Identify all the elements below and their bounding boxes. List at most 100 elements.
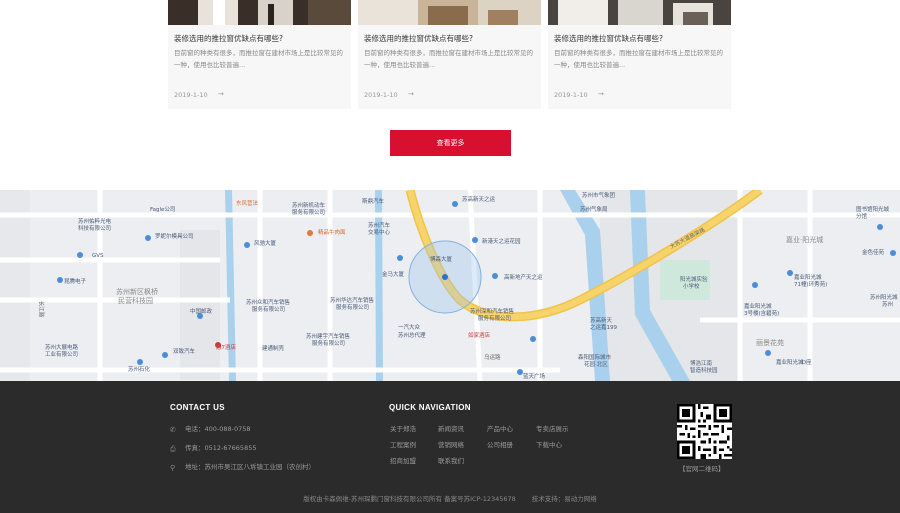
article-card[interactable]: 装修选用的推拉窗优缺点有哪些? 目前窗的种类有很多，而推拉窗在建材市场上是比较常… bbox=[168, 0, 351, 109]
map-label: 智造科技园 bbox=[690, 368, 718, 374]
map-label: 苏高新天之运 bbox=[462, 197, 496, 203]
map-label: 通7酒店 bbox=[216, 345, 236, 351]
qr-caption: 【官网二维码】 bbox=[679, 465, 725, 473]
map-label: 苏州深和汽车销售 bbox=[470, 309, 515, 315]
map-label: 服务有限公司 bbox=[252, 307, 286, 313]
map-label: 风驰大厦 bbox=[254, 241, 277, 247]
map-label: 交易中心 bbox=[368, 230, 391, 236]
location-pin-icon: ⚲ bbox=[170, 464, 176, 472]
map-label: 苏高新天 bbox=[590, 318, 613, 324]
map-label: ·D座 bbox=[800, 360, 812, 366]
contact-fax: ⎙ 传真：0512-67665855 bbox=[170, 442, 256, 453]
map-label: 嘉业·阳光城 bbox=[786, 236, 824, 244]
map-label: 双致汽车 bbox=[173, 349, 196, 355]
map-label: 苏州大展电路 bbox=[45, 345, 79, 351]
article-card[interactable]: 装修选用的推拉窗优缺点有哪些? 目前窗的种类有很多，而推拉窗在建材市场上是比较常… bbox=[358, 0, 541, 109]
article-summary: 目前窗的种类有很多，而推拉窗在建材市场上是比较常见的一种，使用也比较普遍... bbox=[174, 49, 343, 69]
nav-link-album[interactable]: 公司相册 bbox=[487, 439, 513, 449]
map-label: 金色佳苑 bbox=[862, 250, 885, 256]
map-label: 分馆 bbox=[856, 214, 868, 220]
map-label: 博浩江南 bbox=[690, 361, 713, 367]
article-thumbnail[interactable] bbox=[168, 0, 351, 25]
article-date: 2019-1-10 bbox=[174, 91, 208, 99]
map-label: 3号楼(含碧苑) bbox=[744, 311, 780, 317]
article-date: 2019-1-10 bbox=[364, 91, 398, 99]
nav-link-downloads[interactable]: 下载中心 bbox=[536, 439, 562, 449]
map-label: 如家酒店 bbox=[468, 333, 491, 339]
map-label: 高新地产天之运 bbox=[504, 275, 543, 281]
map-label: 森阳国际城市 bbox=[578, 355, 612, 361]
map-label: 苏州建宇汽车销售 bbox=[306, 334, 351, 340]
article-title[interactable]: 装修选用的推拉窗优缺点有哪些? bbox=[364, 33, 473, 44]
nav-link-cases[interactable]: 工程案例 bbox=[390, 439, 416, 449]
site-footer: CONTACT US ✆ 电话：400-088-0758 ⎙ 传真：0512-676… bbox=[0, 381, 900, 513]
phone-icon: ✆ bbox=[170, 426, 176, 434]
article-title[interactable]: 装修选用的推拉窗优缺点有哪些? bbox=[174, 33, 283, 44]
nav-link-about[interactable]: 关于郑浩 bbox=[390, 423, 416, 433]
article-summary: 目前窗的种类有很多，而推拉窗在建材市场上是比较常见的一种，使用也比较普遍... bbox=[554, 49, 723, 69]
map-label: 71幢(环秀苑) bbox=[794, 282, 828, 288]
map-label: 罗妮尔模具公司 bbox=[155, 234, 194, 240]
map-label: 嘉业阳光城 bbox=[744, 304, 772, 310]
view-more-button[interactable]: 查看更多 bbox=[390, 130, 511, 156]
map-label: 苏州华达汽车销售 bbox=[330, 298, 375, 304]
nav-link-network[interactable]: 营销网络 bbox=[438, 439, 464, 449]
map-label: 嘉业阳光城 bbox=[794, 275, 822, 281]
map-label: 科技有限公司 bbox=[78, 226, 112, 232]
map-canvas[interactable] bbox=[0, 190, 900, 381]
map-label: 苏州新机动车 bbox=[292, 203, 326, 209]
road-label: 长江路 bbox=[37, 300, 44, 318]
map-label: 昆腾电子 bbox=[64, 279, 87, 285]
contact-phone: ✆ 电话：400-088-0758 bbox=[170, 423, 251, 434]
map-label: 新港天之运花园 bbox=[482, 239, 521, 245]
map-label: 苏州汽车 bbox=[368, 223, 391, 229]
location-map[interactable]: 东风营法 Fagle公司 苏州佑粹光电 科技有限公司 GVS 罗妮尔模具公司 昆… bbox=[0, 190, 900, 381]
nav-link-news[interactable]: 新闻资讯 bbox=[438, 423, 464, 433]
location-marker[interactable] bbox=[442, 274, 448, 280]
map-label: 之运嘉199 bbox=[590, 325, 617, 331]
map-label: 建通制壳 bbox=[262, 346, 285, 352]
map-label: 苏州气象局 bbox=[580, 207, 608, 213]
map-label: 博森大厦 bbox=[430, 257, 453, 263]
river bbox=[375, 190, 383, 381]
nav-link-contact[interactable]: 联系我们 bbox=[438, 455, 464, 465]
nav-link-franchise[interactable]: 招商加盟 bbox=[390, 455, 416, 465]
nav-link-products[interactable]: 产品中心 bbox=[487, 423, 513, 433]
article-thumbnail[interactable] bbox=[548, 0, 731, 25]
map-label: 斯鼎汽车 bbox=[362, 199, 385, 205]
arrow-right-icon[interactable]: → bbox=[408, 90, 414, 98]
map-label: 中国邮政 bbox=[190, 309, 213, 315]
map-label: 服务有限公司 bbox=[292, 210, 326, 216]
address-text: 地址：苏州市吴江区八坼镇工业园（农创村） bbox=[185, 463, 315, 471]
map-label: 一汽大众 bbox=[398, 325, 421, 331]
map-label: 苏州总代理 bbox=[398, 333, 426, 339]
nav-heading: QUICK NAVIGATION bbox=[389, 403, 471, 412]
map-label: 图书馆阳光城 bbox=[856, 207, 890, 213]
map-label: 服务有限公司 bbox=[336, 305, 370, 311]
map-label: 东风营法 bbox=[236, 201, 259, 207]
map-label: 苏州新区枫桥 bbox=[116, 288, 158, 296]
copyright-text: 版权由卡森佩维-苏州琛鹏门窗科技有限公司所有 备案号苏ICP-12345678 bbox=[303, 495, 516, 503]
map-label: 阳光城实验 bbox=[680, 277, 708, 283]
map-label: 苏州众和汽车销售 bbox=[246, 300, 291, 306]
article-title[interactable]: 装修选用的推拉窗优缺点有哪些? bbox=[554, 33, 663, 44]
arrow-right-icon[interactable]: → bbox=[218, 90, 224, 98]
nav-link-stores[interactable]: 专卖店展示 bbox=[536, 423, 569, 433]
article-date: 2019-1-10 bbox=[554, 91, 588, 99]
map-label: 小学校 bbox=[683, 284, 700, 290]
road-label: 乌运路 bbox=[484, 355, 501, 361]
article-summary: 目前窗的种类有很多，而推拉窗在建材市场上是比较常见的一种，使用也比较普遍... bbox=[364, 49, 533, 69]
map-label: 苏州佑粹光电 bbox=[78, 219, 112, 225]
map-label: GVS bbox=[92, 253, 104, 259]
tech-support-link[interactable]: 技术支持：易动力网络 bbox=[532, 495, 597, 503]
article-thumbnail[interactable] bbox=[358, 0, 541, 25]
map-label: Fagle公司 bbox=[150, 207, 176, 213]
map-label: 苏州 bbox=[882, 302, 894, 308]
article-cards: 装修选用的推拉窗优缺点有哪些? 目前窗的种类有很多，而推拉窗在建材市场上是比较常… bbox=[168, 0, 732, 110]
map-label: 金马大厦 bbox=[382, 272, 405, 278]
arrow-right-icon[interactable]: → bbox=[598, 90, 604, 98]
map-label: 苏州市气象团 bbox=[582, 193, 616, 199]
contact-heading: CONTACT US bbox=[170, 403, 225, 412]
map-label: 工业有限公司 bbox=[45, 352, 79, 358]
article-card[interactable]: 装修选用的推拉窗优缺点有哪些? 目前窗的种类有很多，而推拉窗在建材市场上是比较常… bbox=[548, 0, 731, 109]
